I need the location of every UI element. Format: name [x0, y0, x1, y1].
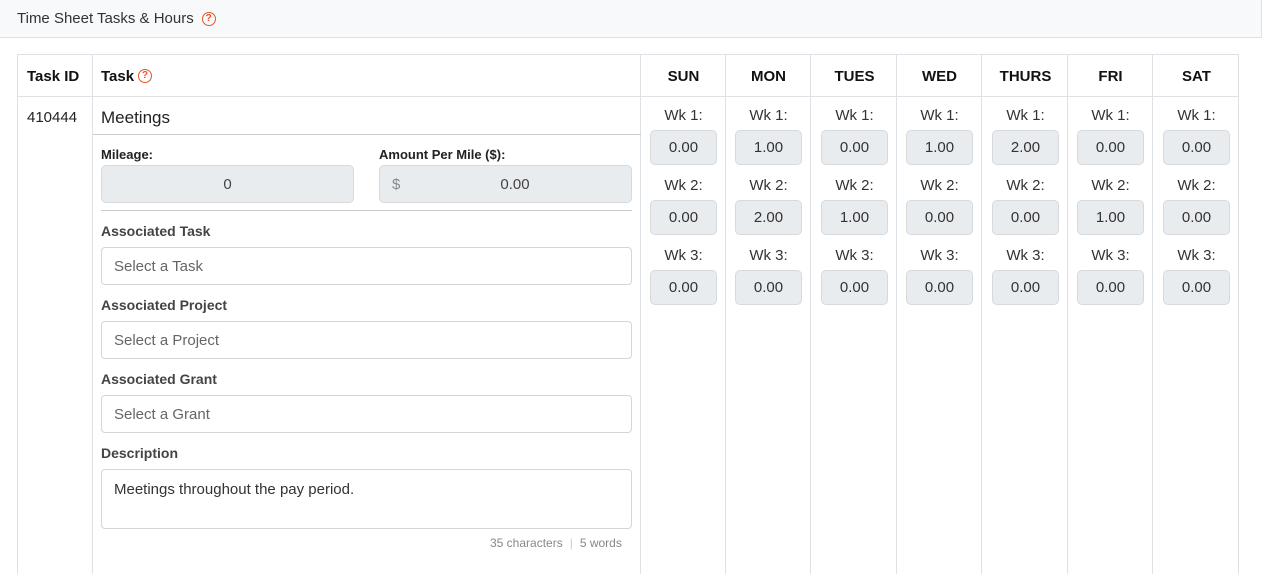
associated-task-label: Associated Task: [101, 223, 211, 239]
week-label: Wk 1:: [1177, 107, 1216, 124]
week-label: Wk 3:: [920, 247, 959, 264]
week-label: Wk 1:: [920, 107, 959, 124]
mileage-value: 0: [223, 175, 232, 193]
header-day-mon: MON: [751, 67, 786, 85]
description-value: Meetings throughout the pay period.: [114, 481, 355, 498]
hours-input-mon-wk3[interactable]: 0.00: [735, 270, 802, 305]
mileage-label: Mileage:: [101, 147, 154, 162]
hours-input-sat-wk1[interactable]: 0.00: [1163, 130, 1230, 165]
hours-input-tues-wk1[interactable]: 0.00: [821, 130, 888, 165]
week-label: Wk 2:: [1006, 177, 1045, 194]
divider: [93, 134, 641, 135]
header-day-fri: FRI: [1098, 67, 1123, 85]
week-label: Wk 3:: [1006, 247, 1045, 264]
hours-input-thurs-wk1[interactable]: 2.00: [992, 130, 1059, 165]
associated-project-select[interactable]: Select a Project: [101, 321, 632, 359]
associated-task-placeholder: Select a Task: [114, 257, 203, 275]
associated-project-label: Associated Project: [101, 297, 228, 313]
hours-input-wed-wk3[interactable]: 0.00: [906, 270, 973, 305]
hours-input-fri-wk3[interactable]: 0.00: [1077, 270, 1144, 305]
header-day-wed: WED: [922, 67, 957, 85]
week-label: Wk 1:: [664, 107, 703, 124]
associated-grant-placeholder: Select a Grant: [114, 405, 210, 423]
week-label: Wk 1:: [1091, 107, 1130, 124]
associated-grant-select[interactable]: Select a Grant: [101, 395, 632, 433]
hours-input-wed-wk2[interactable]: 0.00: [906, 200, 973, 235]
header-day-tues: TUES: [834, 67, 875, 85]
divider: [101, 210, 632, 211]
description-textarea[interactable]: Meetings throughout the pay period.: [101, 469, 632, 529]
associated-project-placeholder: Select a Project: [114, 331, 220, 349]
hours-input-tues-wk2[interactable]: 1.00: [821, 200, 888, 235]
panel-title: Time Sheet Tasks & Hours: [17, 10, 194, 27]
hours-input-sun-wk3[interactable]: 0.00: [650, 270, 717, 305]
amount-per-mile-input[interactable]: $ 0.00: [379, 165, 632, 203]
associated-task-select[interactable]: Select a Task: [101, 247, 632, 285]
hours-input-sat-wk3[interactable]: 0.00: [1163, 270, 1230, 305]
question-circle-icon[interactable]: ?: [201, 11, 216, 26]
week-label: Wk 2:: [835, 177, 874, 194]
text-counter: 35 characters | 5 words: [490, 536, 622, 550]
hours-input-wed-wk1[interactable]: 1.00: [906, 130, 973, 165]
amount-per-mile-value: 0.00: [500, 175, 530, 193]
hours-input-tues-wk3[interactable]: 0.00: [821, 270, 888, 305]
amount-per-mile-label: Amount Per Mile ($):: [379, 147, 506, 162]
week-label: Wk 1:: [835, 107, 874, 124]
hours-input-mon-wk1[interactable]: 1.00: [735, 130, 802, 165]
header-day-thurs: THURS: [999, 67, 1052, 85]
char-count: 35 characters: [490, 536, 563, 550]
week-label: Wk 3:: [749, 247, 788, 264]
week-label: Wk 2:: [664, 177, 703, 194]
mileage-input[interactable]: 0: [101, 165, 354, 203]
hours-input-sun-wk1[interactable]: 0.00: [650, 130, 717, 165]
description-label: Description: [101, 445, 179, 461]
task-id-value: 410444: [27, 109, 78, 126]
hours-input-mon-wk2[interactable]: 2.00: [735, 200, 802, 235]
week-label: Wk 2:: [1091, 177, 1130, 194]
timesheet-table: Task ID Task ? SUN MON TUES WED THURS FRI SAT …: [17, 54, 1239, 574]
week-label: Wk 2:: [749, 177, 788, 194]
header-task: Task ?: [101, 55, 153, 97]
week-label: Wk 2:: [920, 177, 959, 194]
week-label: Wk 1:: [749, 107, 788, 124]
hours-input-thurs-wk3[interactable]: 0.00: [992, 270, 1059, 305]
task-name: Meetings: [101, 108, 170, 127]
week-label: Wk 3:: [664, 247, 703, 264]
week-label: Wk 1:: [1006, 107, 1045, 124]
header-day-sun: SUN: [667, 67, 700, 85]
header-task-label: Task: [101, 67, 135, 85]
week-label: Wk 3:: [1177, 247, 1216, 264]
header-task-id: Task ID: [27, 67, 80, 85]
week-label: Wk 3:: [835, 247, 874, 264]
word-count: 5 words: [579, 536, 622, 550]
panel-header: Time Sheet Tasks & Hours ?: [0, 0, 1262, 38]
associated-grant-label: Associated Grant: [101, 371, 217, 387]
question-circle-icon[interactable]: ?: [138, 69, 153, 83]
hours-input-sat-wk2[interactable]: 0.00: [1163, 200, 1230, 235]
hours-input-fri-wk2[interactable]: 1.00: [1077, 200, 1144, 235]
task-id-column: [18, 55, 93, 574]
week-label: Wk 2:: [1177, 177, 1216, 194]
header-day-sat: SAT: [1182, 67, 1211, 85]
hours-input-sun-wk2[interactable]: 0.00: [650, 200, 717, 235]
hours-input-thurs-wk2[interactable]: 0.00: [992, 200, 1059, 235]
hours-input-fri-wk1[interactable]: 0.00: [1077, 130, 1144, 165]
table-header-row: Task ID Task ? SUN MON TUES WED THURS FRI SAT: [18, 55, 1238, 97]
week-label: Wk 3:: [1091, 247, 1130, 264]
